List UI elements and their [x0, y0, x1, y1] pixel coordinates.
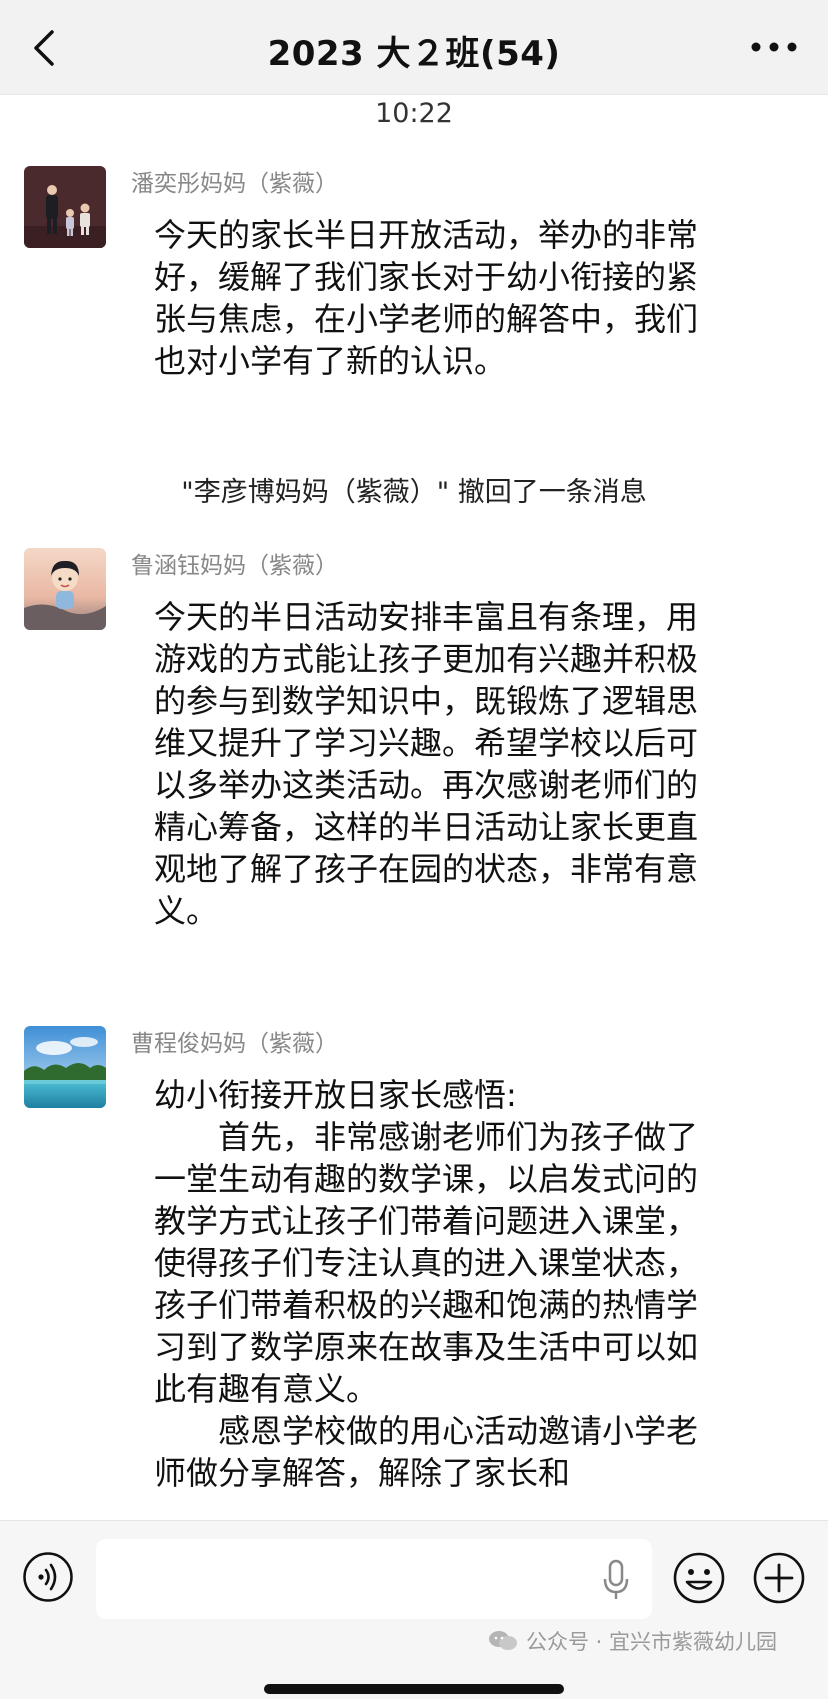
message-input[interactable]: [96, 1539, 652, 1619]
microphone-icon: [603, 1559, 629, 1599]
watermark-text: 公众号 · 宜兴市紫薇幼儿园: [526, 1630, 778, 1654]
plus-circle-icon: [753, 1552, 805, 1604]
avatar[interactable]: [24, 548, 106, 630]
more-actions-button[interactable]: [752, 1551, 806, 1605]
wechat-official-account-icon: [489, 1631, 517, 1650]
sender-name: 曹程俊妈妈（紫薇）: [131, 1031, 338, 1057]
message-text: 幼小衔接开放日家长感悟: 首先，非常感谢老师们为孩子做了一堂生动有趣的数学课，以…: [154, 1076, 699, 1492]
avatar[interactable]: [24, 1026, 106, 1108]
chat-title: 2023 大２班(54): [267, 34, 561, 74]
family-photo-avatar: [24, 166, 106, 248]
emoji-button[interactable]: [672, 1551, 726, 1605]
emoji-icon: [673, 1552, 725, 1604]
message-text: 今天的家长半日开放活动，举办的非常好，缓解了我们家长对于幼小衔接的紧张与焦虑，在…: [154, 216, 699, 380]
message-timestamp: 10:22: [375, 98, 453, 129]
more-button[interactable]: [748, 32, 800, 62]
recall-notice: "李彦博妈妈（紫薇）" 撤回了一条消息: [181, 477, 647, 508]
voice-mode-button[interactable]: [22, 1551, 74, 1603]
cartoon-girl-avatar: [24, 548, 106, 630]
chat-message: 鲁涵钰妈妈（紫薇） 今天的半日活动安排丰富且有条理，用游戏的方式能让孩子更加有兴…: [24, 548, 804, 968]
avatar[interactable]: [24, 166, 106, 248]
message-text: 今天的半日活动安排丰富且有条理，用游戏的方式能让孩子更加有兴趣并积极的参与到数学…: [154, 598, 699, 930]
chat-header: 2023 大２班(54): [0, 0, 828, 95]
sender-name: 鲁涵钰妈妈（紫薇）: [131, 553, 338, 579]
chat-message: 潘奕彤妈妈（紫薇） 今天的家长半日开放活动，举办的非常好，缓解了我们家长对于幼小…: [24, 166, 804, 436]
ellipsis-icon: [751, 42, 797, 52]
home-indicator: [264, 1684, 564, 1694]
input-bar: 公众号 · 宜兴市紫薇幼儿园: [0, 1520, 828, 1699]
sender-name: 潘奕彤妈妈（紫薇）: [131, 171, 338, 197]
chat-message: 曹程俊妈妈（紫薇） 幼小衔接开放日家长感悟: 首先，非常感谢老师们为孩子做了一堂…: [24, 1026, 804, 1520]
watermark: 公众号 · 宜兴市紫薇幼儿园: [488, 1626, 777, 1656]
landscape-avatar: [24, 1026, 106, 1108]
microphone-button[interactable]: [602, 1559, 630, 1601]
voice-mode-icon: [23, 1552, 73, 1602]
